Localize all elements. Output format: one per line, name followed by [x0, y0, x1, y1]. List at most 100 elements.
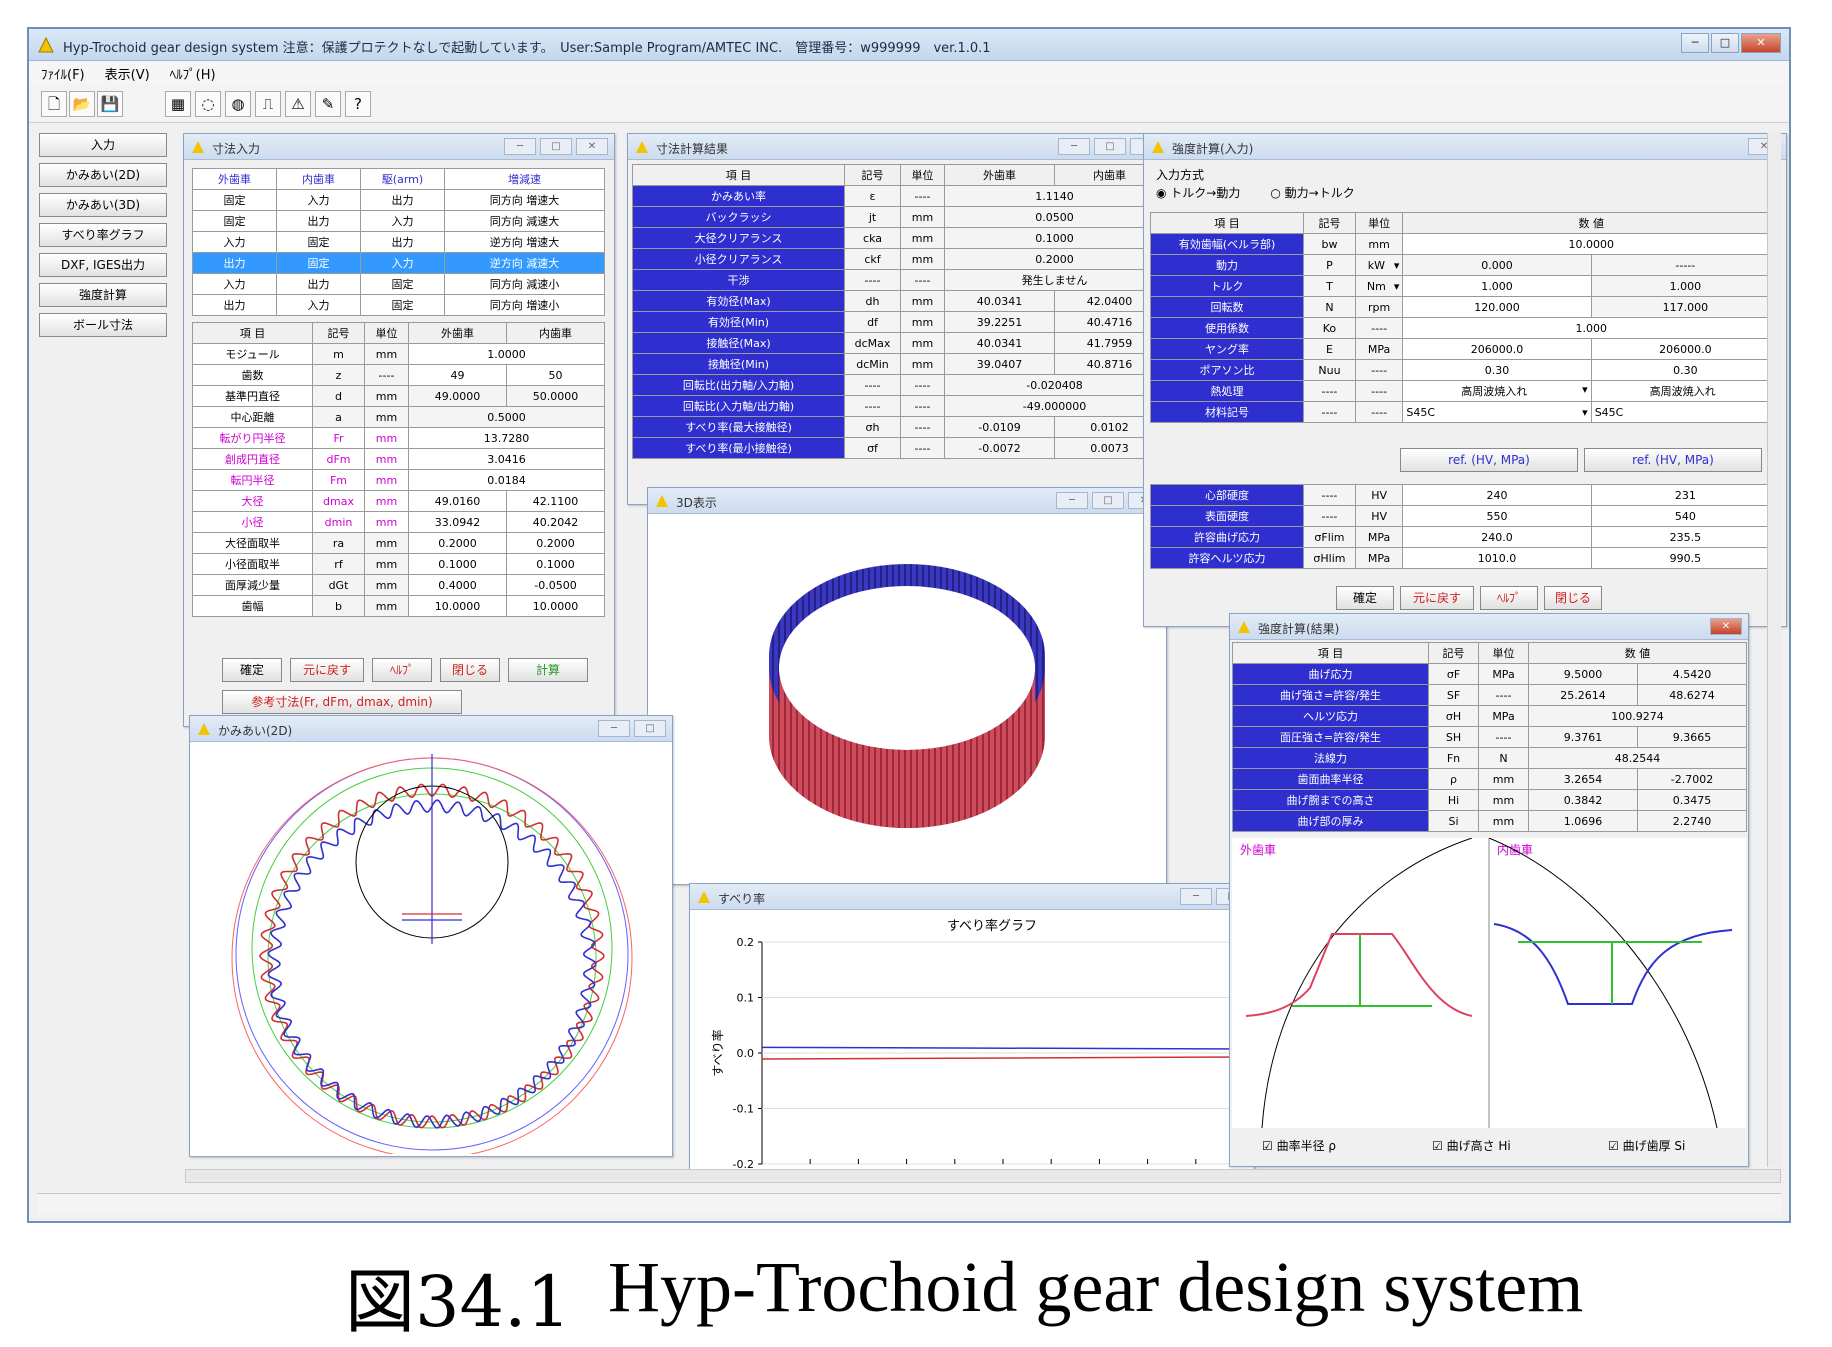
- poisson-ext-input[interactable]: 0.30: [1402, 359, 1592, 381]
- dmax-int-input[interactable]: 42.1100: [506, 490, 605, 512]
- minimize-button[interactable]: ─: [598, 720, 630, 737]
- chamfer-ext-input[interactable]: 0.2000: [408, 532, 507, 554]
- teeth-ext-input[interactable]: 49: [408, 364, 507, 386]
- material-int-select[interactable]: S45C: [1590, 401, 1781, 423]
- horizontal-scrollbar[interactable]: [185, 1169, 1781, 1183]
- nav-strength[interactable]: 強度計算: [39, 283, 167, 307]
- minimize-button[interactable]: ─: [1681, 33, 1709, 53]
- service-factor-input[interactable]: 1.000: [1402, 317, 1780, 339]
- minimize-button[interactable]: ─: [504, 138, 536, 155]
- vertical-scrollbar[interactable]: [1767, 133, 1781, 1167]
- maximize-button[interactable]: □: [1092, 492, 1124, 509]
- heat-treat-int-select[interactable]: 高周波焼入れ: [1590, 380, 1781, 402]
- generating-dia-input[interactable]: 3.0416: [408, 448, 605, 470]
- facewidth-int-input[interactable]: 10.0000: [506, 595, 605, 617]
- teeth-int-input[interactable]: 50: [506, 364, 605, 386]
- combo-row[interactable]: 入力 出力 固定 同方向 減速小: [192, 273, 605, 295]
- combo-row[interactable]: 固定 出力 入力 同方向 減速大: [192, 210, 605, 232]
- nav-slip-graph[interactable]: すべり率グラフ: [39, 223, 167, 247]
- surface-hardness-int[interactable]: 540: [1590, 505, 1781, 527]
- strength-confirm-button[interactable]: 確定: [1336, 586, 1394, 610]
- nav-ball-dim[interactable]: ボール寸法: [39, 313, 167, 337]
- ref-hv-int-button[interactable]: ref. (HV, MPa): [1584, 448, 1762, 472]
- menu-help[interactable]: ﾍﾙﾌﾟ(H): [170, 64, 216, 83]
- young-ext-input[interactable]: 206000.0: [1402, 338, 1592, 360]
- root-chamfer-int-input[interactable]: 0.1000: [506, 553, 605, 575]
- close-window-button[interactable]: 閉じる: [440, 658, 500, 682]
- maximize-button[interactable]: □: [634, 720, 666, 737]
- help-button[interactable]: ﾍﾙﾌﾟ: [372, 658, 432, 682]
- young-int-input[interactable]: 206000.0: [1590, 338, 1781, 360]
- thickness-ext-input[interactable]: 0.4000: [408, 574, 507, 596]
- torque-unit-select[interactable]: Nm: [1354, 275, 1404, 297]
- rolling-radius-input[interactable]: 13.7280: [408, 427, 605, 449]
- speed-input[interactable]: 120.000: [1402, 296, 1592, 318]
- undo-button[interactable]: 元に戻す: [290, 658, 364, 682]
- open-folder-icon[interactable]: 📂: [69, 91, 95, 117]
- module-input[interactable]: 1.0000: [408, 343, 605, 365]
- nav-input[interactable]: 入力: [39, 133, 167, 157]
- close-button[interactable]: ✕: [576, 138, 608, 155]
- root-chamfer-ext-input[interactable]: 0.1000: [408, 553, 507, 575]
- menu-view[interactable]: 表示(V): [105, 64, 150, 83]
- nav-dxf-iges[interactable]: DXF, IGES出力: [39, 253, 167, 277]
- gear-icon[interactable]: ◌: [195, 91, 221, 117]
- close-button[interactable]: ✕: [1710, 618, 1742, 635]
- save-icon[interactable]: 💾: [97, 91, 123, 117]
- mesh-view-icon[interactable]: ▦: [165, 91, 191, 117]
- graph-icon[interactable]: ◍: [225, 91, 251, 117]
- new-file-icon[interactable]: 🗋: [41, 91, 67, 117]
- chamfer-int-input[interactable]: 0.2000: [506, 532, 605, 554]
- core-hardness-int[interactable]: 231: [1590, 484, 1781, 506]
- core-hardness-ext[interactable]: 240: [1402, 484, 1592, 506]
- chart-icon[interactable]: ⎍: [255, 91, 281, 117]
- warning-icon[interactable]: ⚠: [285, 91, 311, 117]
- combo-row[interactable]: 出力 入力 固定 同方向 増速小: [192, 294, 605, 316]
- tool-icon[interactable]: ✎: [315, 91, 341, 117]
- allow-bending-ext[interactable]: 240.0: [1402, 526, 1592, 548]
- nav-mesh-3d[interactable]: かみあい(3D): [39, 193, 167, 217]
- maximize-button[interactable]: □: [540, 138, 572, 155]
- combo-row[interactable]: 固定 入力 出力 同方向 増速大: [192, 189, 605, 211]
- ref-hv-ext-button[interactable]: ref. (HV, MPa): [1400, 448, 1578, 472]
- menu-file[interactable]: ﾌｧｲﾙ(F): [41, 64, 85, 83]
- material-ext-select[interactable]: S45C: [1402, 401, 1592, 423]
- effective-width-input[interactable]: 10.0000: [1402, 233, 1780, 255]
- maximize-button[interactable]: □: [1711, 33, 1739, 53]
- strength-close-button[interactable]: 閉じる: [1544, 586, 1602, 610]
- combo-row[interactable]: 入力 固定 出力 逆方向 増速大: [192, 231, 605, 253]
- allow-hertz-int[interactable]: 990.5: [1590, 547, 1781, 569]
- radio-torque-to-power[interactable]: ◉ トルク→動力: [1156, 184, 1240, 201]
- dmax-ext-input[interactable]: 49.0160: [408, 490, 507, 512]
- minimize-button[interactable]: ─: [1058, 138, 1090, 155]
- surface-hardness-ext[interactable]: 550: [1402, 505, 1592, 527]
- facewidth-ext-input[interactable]: 10.0000: [408, 595, 507, 617]
- nav-mesh-2d[interactable]: かみあい(2D): [39, 163, 167, 187]
- strength-undo-button[interactable]: 元に戻す: [1400, 586, 1474, 610]
- gear-3d-render[interactable]: [652, 518, 1162, 880]
- thickness-int-input[interactable]: -0.0500: [506, 574, 605, 596]
- gear-mesh-2d[interactable]: [192, 744, 670, 1154]
- minimize-button[interactable]: ─: [1180, 888, 1212, 905]
- check-bend-thickness[interactable]: ☑ 曲げ歯厚 Si: [1608, 1139, 1685, 1153]
- maximize-button[interactable]: □: [1094, 138, 1126, 155]
- heat-treat-ext-select[interactable]: 高周波焼入れ: [1402, 380, 1592, 402]
- circle-radius-input[interactable]: 0.0184: [408, 469, 605, 491]
- strength-help-button[interactable]: ﾍﾙﾌﾟ: [1480, 586, 1538, 610]
- reference-dims-button[interactable]: 参考寸法(Fr, dFm, dmax, dmin): [222, 690, 462, 714]
- minimize-button[interactable]: ─: [1056, 492, 1088, 509]
- combo-row-selected[interactable]: 出力 固定 入力 逆方向 減速大: [192, 252, 605, 274]
- check-curvature[interactable]: ☑ 曲率半径 ρ: [1262, 1138, 1336, 1153]
- dmin-int-input[interactable]: 40.2042: [506, 511, 605, 533]
- radio-power-to-torque[interactable]: ○ 動力→トルク: [1270, 184, 1354, 201]
- torque-ext-input[interactable]: 1.000: [1402, 275, 1592, 297]
- close-button[interactable]: ✕: [1741, 33, 1781, 53]
- calculate-button[interactable]: 計算: [508, 658, 588, 682]
- allow-bending-int[interactable]: 235.5: [1590, 526, 1781, 548]
- dmin-ext-input[interactable]: 33.0942: [408, 511, 507, 533]
- help-icon[interactable]: ?: [345, 91, 371, 117]
- allow-hertz-ext[interactable]: 1010.0: [1402, 547, 1592, 569]
- power-unit-select[interactable]: kW: [1354, 254, 1404, 276]
- confirm-button[interactable]: 確定: [222, 658, 282, 682]
- poisson-int-input[interactable]: 0.30: [1590, 359, 1781, 381]
